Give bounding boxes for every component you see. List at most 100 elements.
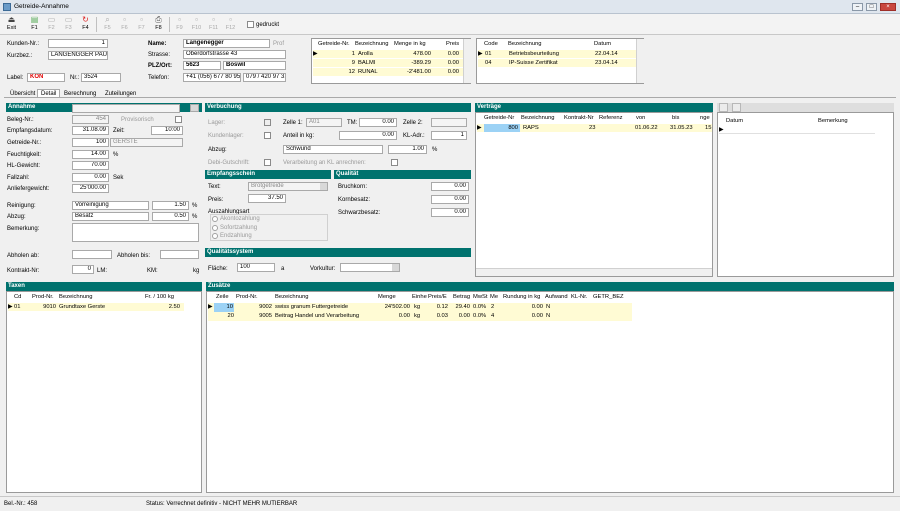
f10-button[interactable]: ▫ F10: [189, 15, 204, 34]
telefon2-field[interactable]: 079 / 420 97 31: [243, 73, 286, 82]
scrollbar[interactable]: [463, 39, 471, 83]
f7-button[interactable]: ▫ F7: [134, 15, 149, 34]
table-row[interactable]: 9 BALMI -389.29 0.00: [313, 59, 470, 67]
gedruckt-checkbox[interactable]: [247, 21, 254, 28]
taxen-table[interactable]: Cd Prod-Nr. Bezeichnung Fr. / 100 kg ▶ 0…: [6, 291, 202, 493]
kundennr-field[interactable]: 1: [48, 39, 108, 48]
getreide-table[interactable]: Getreide-Nr. Bezeichnung Menge in kg Pre…: [311, 38, 471, 84]
scrollbar[interactable]: [636, 39, 644, 83]
zelle1-field[interactable]: A01: [306, 118, 342, 127]
f3-button[interactable]: ▭ F3: [61, 15, 76, 34]
empfangsdatum-field[interactable]: 31.08.09: [72, 126, 109, 135]
table-row[interactable]: 12 RUNAL -2'481.00 0.00: [313, 68, 470, 76]
fallzahl-field[interactable]: 0.00: [72, 173, 109, 182]
table-row[interactable]: ▶ 800 RAPS 23 01.06.22 31.05.23 15: [477, 124, 712, 132]
zeit-field[interactable]: 10:00: [151, 126, 183, 135]
plz-field[interactable]: 5623: [183, 61, 221, 70]
table-row[interactable]: ▶: [719, 126, 875, 134]
zusaetze-table[interactable]: Zeile Prod-Nr. Bezeichnung Menge Einhe P…: [206, 291, 894, 493]
kg-label: kg: [193, 268, 200, 274]
exit-button[interactable]: ⏏ Exit: [4, 15, 19, 34]
f12-button[interactable]: ▫ F12: [223, 15, 238, 34]
provisorisch-checkbox[interactable]: [175, 116, 182, 123]
kontraktnr-field[interactable]: 0: [72, 265, 94, 274]
kornbesatz-field[interactable]: 0.00: [431, 195, 469, 204]
feuchtigkeit-unit: %: [113, 152, 119, 158]
table-row[interactable]: ▶ 01 Betriebsbeurteilung 22.04.14: [478, 50, 636, 58]
feuchtigkeit-field[interactable]: 14.00: [72, 150, 109, 159]
belegnr-field[interactable]: 454: [72, 115, 109, 124]
getreidenr-field[interactable]: 100: [72, 138, 109, 147]
bruchkorn-field[interactable]: 0.00: [431, 182, 469, 191]
name-field[interactable]: Langenegger: [183, 39, 270, 48]
feuchtigkeit-label: Feuchtigkeit:: [7, 152, 42, 158]
debi-checkbox[interactable]: [264, 159, 271, 166]
chevron-down-icon[interactable]: [392, 264, 399, 271]
annahme-select[interactable]: [72, 104, 180, 113]
kurzbez-field[interactable]: LANGENGGER PAU: [48, 51, 108, 60]
annahme-button[interactable]: [190, 104, 199, 112]
abzug-field[interactable]: Besatz: [72, 212, 149, 221]
anteil-field[interactable]: 0.00: [339, 131, 397, 140]
chevron-down-icon[interactable]: [320, 183, 327, 190]
delete-icon[interactable]: [732, 103, 741, 112]
schwarzbesatz-field[interactable]: 0.00: [431, 208, 469, 217]
add-icon[interactable]: [719, 103, 728, 112]
f2-button[interactable]: ▭ F2: [44, 15, 59, 34]
strasse-field[interactable]: Oberdorfstrasse 43: [183, 50, 286, 59]
reinigung-value[interactable]: 1.50: [152, 201, 189, 210]
abholen-ab-field[interactable]: [72, 250, 112, 259]
zelle2-field[interactable]: [431, 118, 467, 127]
sofortzahlung-radio[interactable]: [212, 225, 218, 231]
nr-field[interactable]: 3524: [81, 73, 121, 82]
abzug-value[interactable]: 0.50: [152, 212, 189, 221]
status-belnr: Bel.-Nr.: 458: [4, 501, 38, 507]
bemerkung-field[interactable]: [72, 223, 199, 242]
horizontal-scrollbar[interactable]: [476, 268, 712, 276]
endzahlung-radio[interactable]: [212, 233, 218, 239]
abholen-bis-field[interactable]: [160, 250, 199, 259]
kundenlager-checkbox[interactable]: [264, 132, 271, 139]
vertraege-table[interactable]: Getreide-Nr Bezeichnung Kontrakt-Nr Refe…: [475, 112, 713, 277]
table-row[interactable]: ▶ 1 Arolla 478.00 0.00: [313, 50, 470, 58]
vertraege-header: Verträge: [475, 103, 713, 112]
f4-button[interactable]: ↻ F4: [78, 15, 93, 34]
toolbar-separator: [96, 17, 97, 32]
f9-button[interactable]: ▫ F9: [172, 15, 187, 34]
col-header: Menge: [378, 294, 396, 300]
kladr-field[interactable]: 1: [431, 131, 467, 140]
telefon-field[interactable]: +41 (056) 677 80 95: [183, 73, 241, 82]
f6-button[interactable]: ▫ F6: [117, 15, 132, 34]
label-field[interactable]: KON: [27, 73, 65, 82]
close-icon[interactable]: ×: [880, 3, 896, 11]
minimize-icon[interactable]: –: [852, 3, 863, 11]
verbuchung-abzug-unit: %: [432, 147, 438, 153]
es-preis-field[interactable]: 37.50: [248, 194, 286, 203]
table-row[interactable]: ▶ 01 9010 Grundtaxe Gerste 2.50: [8, 303, 184, 311]
col-header: Preis: [446, 41, 460, 47]
bemerkung-table[interactable]: Datum Bemerkung ▶: [717, 112, 894, 277]
es-text-field[interactable]: Brotgetreide: [248, 182, 328, 191]
verarbeitung-checkbox[interactable]: [391, 159, 398, 166]
reinigung-field[interactable]: Vorreinigung: [72, 201, 149, 210]
hlgewicht-field[interactable]: 70.00: [72, 161, 109, 170]
table-row[interactable]: ▶ 10 9002 swiss granum Futtergetreide 24…: [208, 303, 632, 312]
vorkultur-label: Vorkultur:: [310, 266, 336, 272]
f8-button[interactable]: ⎙ F8: [151, 15, 166, 34]
verbuchung-abzug-field[interactable]: Schwund: [283, 145, 383, 154]
f11-button[interactable]: ▫ F11: [206, 15, 221, 34]
akontozahlung-radio[interactable]: [212, 216, 218, 222]
tm-field[interactable]: 0.00: [359, 118, 397, 127]
f1-button[interactable]: ▤ F1: [27, 15, 42, 34]
ort-field[interactable]: Boswil: [223, 61, 286, 70]
table-row[interactable]: 20 9005 Beitrag Handel und Verarbeitung …: [208, 312, 632, 321]
anliefergewicht-field[interactable]: 25'000.00: [72, 184, 109, 193]
vorkultur-select[interactable]: [340, 263, 400, 272]
flaeche-field[interactable]: 100: [237, 263, 275, 272]
table-row[interactable]: 04 IP-Suisse Zertifikat 23.04.14: [478, 59, 636, 67]
maximize-icon[interactable]: □: [866, 3, 877, 11]
lager-checkbox[interactable]: [264, 119, 271, 126]
verbuchung-abzug-value[interactable]: 1.00: [388, 145, 427, 154]
f5-button[interactable]: ⌕ F5: [100, 15, 115, 34]
code-table[interactable]: Code Bezeichnung Datum ▶ 01 Betriebsbeur…: [476, 38, 644, 84]
